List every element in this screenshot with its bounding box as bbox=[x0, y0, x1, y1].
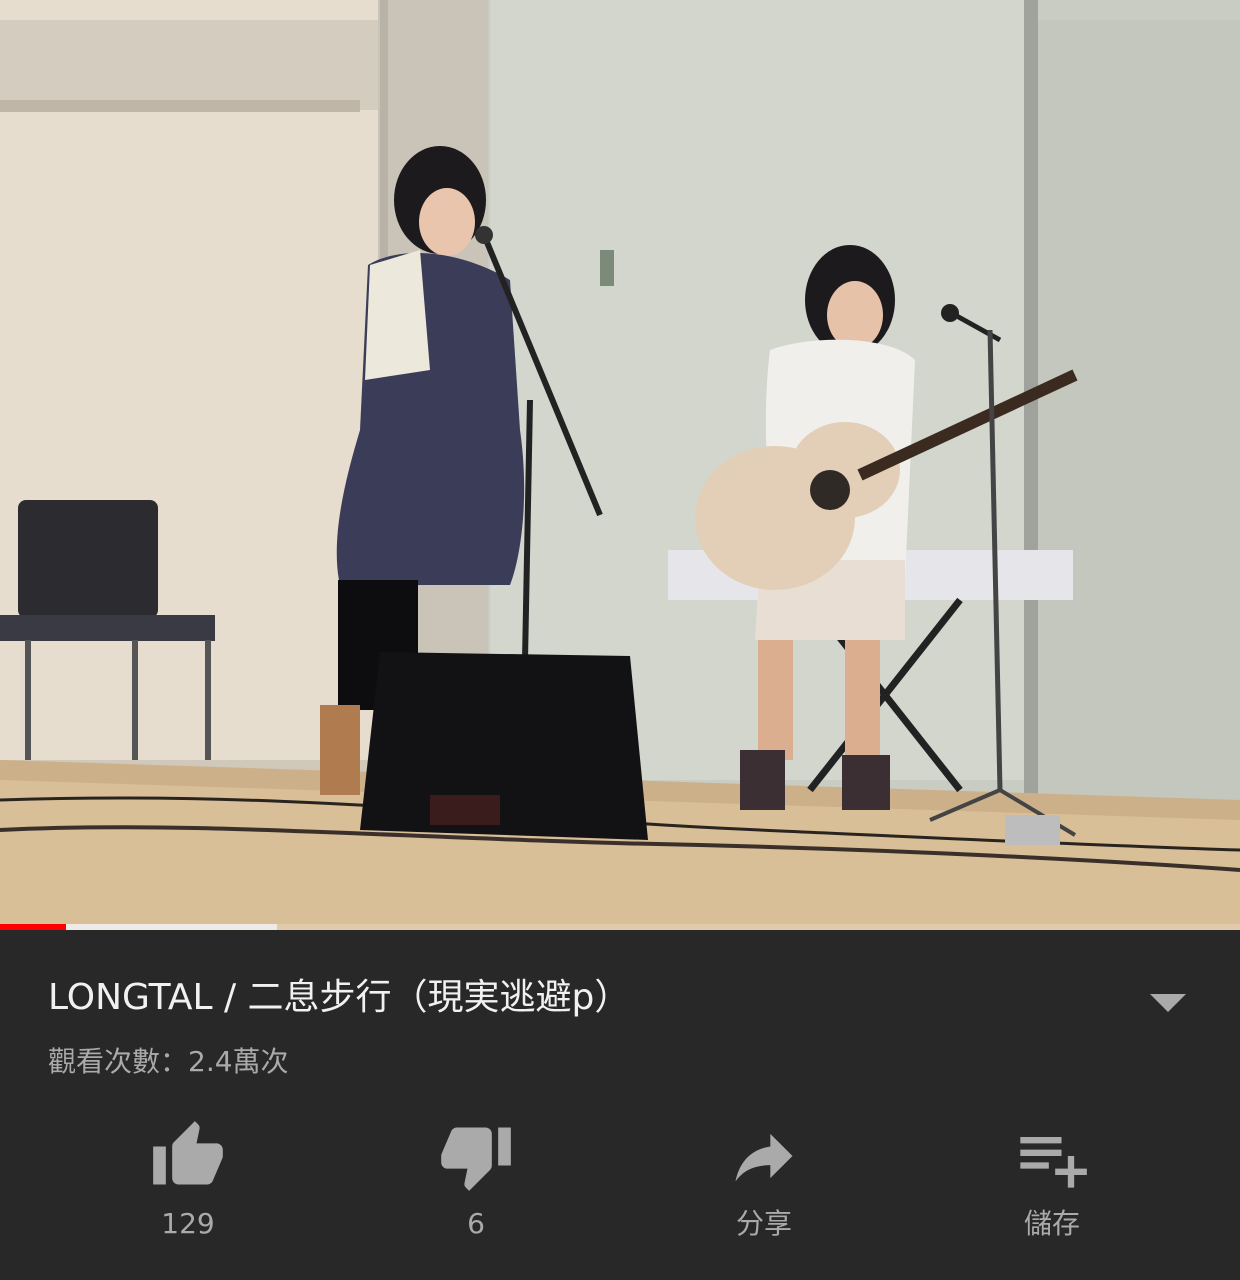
like-count: 129 bbox=[161, 1207, 215, 1240]
chevron-down-icon bbox=[1150, 994, 1186, 1012]
video-info-panel: LONGTAL / 二息步行（現実逃避p） 觀看次數：2.4萬次 129 6 分… bbox=[0, 930, 1240, 1280]
share-icon bbox=[735, 1133, 793, 1182]
playlist-add-icon bbox=[1020, 1137, 1087, 1188]
like-button[interactable]: 129 bbox=[88, 1110, 288, 1250]
video-title[interactable]: LONGTAL / 二息步行（現実逃避p） bbox=[48, 974, 1128, 1022]
dislike-button[interactable]: 6 bbox=[376, 1110, 576, 1250]
video-player[interactable] bbox=[0, 0, 1240, 930]
expand-description-button[interactable] bbox=[1140, 982, 1196, 1022]
thumbs-up-icon bbox=[153, 1121, 223, 1185]
dislike-count: 6 bbox=[467, 1207, 485, 1240]
share-label: 分享 bbox=[735, 1207, 792, 1240]
view-count: 觀看次數：2.4萬次 bbox=[48, 1045, 289, 1078]
save-button[interactable]: 儲存 bbox=[952, 1110, 1152, 1250]
action-bar: 129 6 分享 儲存 bbox=[0, 1110, 1240, 1250]
share-button[interactable]: 分享 bbox=[664, 1110, 864, 1250]
save-label: 儲存 bbox=[1023, 1207, 1080, 1240]
thumbs-down-icon bbox=[441, 1127, 511, 1191]
video-frame bbox=[0, 0, 1240, 930]
